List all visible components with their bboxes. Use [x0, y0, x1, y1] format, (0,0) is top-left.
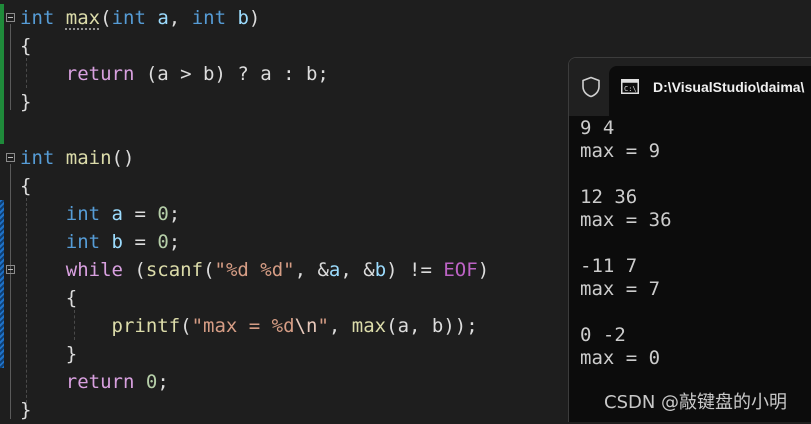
fold-rail [10, 164, 11, 419]
function-call: max [351, 315, 387, 337]
console-output-line: max = 0 [580, 347, 661, 369]
string-literal: " [317, 315, 329, 337]
console-window[interactable]: C:\ D:\VisualStudio\daima\ 9 4 max = 9 1… [568, 57, 811, 422]
code-line[interactable]: } [20, 396, 31, 424]
terminal-icon: C:\ [621, 79, 639, 94]
string-literal: "max = %d [191, 315, 295, 337]
code-line[interactable]: printf("max = %d\n", max(a, b)); [20, 312, 478, 340]
function-call: printf [111, 315, 181, 337]
svg-text:C:\: C:\ [624, 85, 637, 93]
code-line[interactable]: return 0; [20, 368, 169, 396]
change-bar-unsaved [0, 200, 4, 368]
code-line[interactable]: } [20, 88, 31, 116]
variable-name: a [328, 259, 341, 281]
console-output-line: 0 -2 [580, 324, 626, 346]
code-line[interactable]: } [20, 340, 77, 368]
paren: ) [477, 259, 490, 281]
admin-tab[interactable] [573, 68, 609, 106]
console-output-line: max = 9 [580, 140, 661, 162]
param-name: a [157, 7, 169, 29]
function-call: scanf [145, 259, 204, 281]
string-literal: "%d %d" [214, 259, 295, 281]
watermark: CSDN @敲键盘的小明 [604, 392, 788, 413]
shield-icon [582, 76, 600, 98]
escape-sequence: \n [294, 315, 318, 337]
code-line[interactable]: { [20, 172, 31, 200]
console-output-line: -11 7 [580, 255, 638, 277]
separator: , [168, 7, 192, 29]
type-keyword: int [20, 7, 55, 29]
paren: () [111, 147, 135, 169]
paren: ) [248, 7, 261, 29]
code-line[interactable]: int b = 0; [20, 228, 180, 256]
collapse-icon[interactable] [6, 153, 15, 162]
type-keyword: int [65, 203, 101, 225]
type-keyword: int [65, 231, 101, 253]
return-keyword: return [65, 63, 135, 85]
console-output-line: 9 4 [580, 117, 615, 139]
variable-name: b [111, 231, 123, 253]
code-line[interactable]: { [20, 32, 31, 60]
type-keyword: int [191, 7, 227, 29]
code-line[interactable]: { [20, 284, 77, 312]
code-line[interactable]: while (scanf("%d %d", &a, &b) != EOF) [20, 256, 489, 284]
semicolon: ; [168, 231, 181, 253]
while-keyword: while [65, 259, 123, 281]
operator: ) != [386, 259, 444, 281]
paren: ( [100, 7, 112, 29]
return-keyword: return [65, 371, 135, 393]
semicolon: ; [157, 371, 169, 393]
brace: { [65, 287, 78, 309]
variable-name: b [374, 259, 387, 281]
collapse-icon[interactable] [6, 265, 15, 274]
paren: ( [122, 259, 146, 281]
param-name: b [237, 7, 249, 29]
brace: } [20, 399, 32, 421]
type-keyword: int [111, 7, 146, 29]
brace: } [65, 343, 78, 365]
collapse-icon[interactable] [6, 13, 15, 22]
number-literal: 0 [157, 231, 169, 253]
brace: { [20, 175, 32, 197]
function-name: max [65, 7, 101, 29]
paren: ( [180, 315, 192, 337]
code-line[interactable]: int main() [20, 144, 134, 172]
operator: = [123, 203, 158, 225]
console-output-line: max = 7 [580, 278, 661, 300]
brace: { [20, 35, 32, 57]
code-line[interactable]: return (a > b) ? a : b; [20, 60, 329, 88]
return-expression: (a > b) ? a : b; [134, 63, 329, 85]
console-tab-bar: C:\ D:\VisualStudio\daima\ [569, 58, 811, 116]
separator: , & [294, 259, 329, 281]
number-literal: 0 [145, 371, 158, 393]
function-name: main [65, 147, 112, 169]
semicolon: ; [168, 203, 181, 225]
separator: , [328, 315, 352, 337]
code-line[interactable]: int max(int a, int b) [20, 4, 260, 32]
variable-name: a [111, 203, 123, 225]
number-literal: 0 [157, 203, 169, 225]
type-keyword: int [20, 147, 55, 169]
console-output-line: 12 36 [580, 186, 638, 208]
code-line[interactable]: int a = 0; [20, 200, 180, 228]
call-arguments: (a, b)); [386, 315, 478, 337]
macro-name: EOF [443, 259, 478, 281]
console-tab[interactable]: C:\ D:\VisualStudio\daima\ [609, 66, 811, 116]
console-tab-title: D:\VisualStudio\daima\ [653, 79, 805, 95]
change-bar-saved [0, 4, 4, 144]
operator: = [123, 231, 158, 253]
fold-rail [10, 24, 11, 110]
console-output-line: max = 36 [580, 209, 672, 231]
brace: } [20, 91, 32, 113]
separator: , & [340, 259, 375, 281]
paren: ( [203, 259, 215, 281]
